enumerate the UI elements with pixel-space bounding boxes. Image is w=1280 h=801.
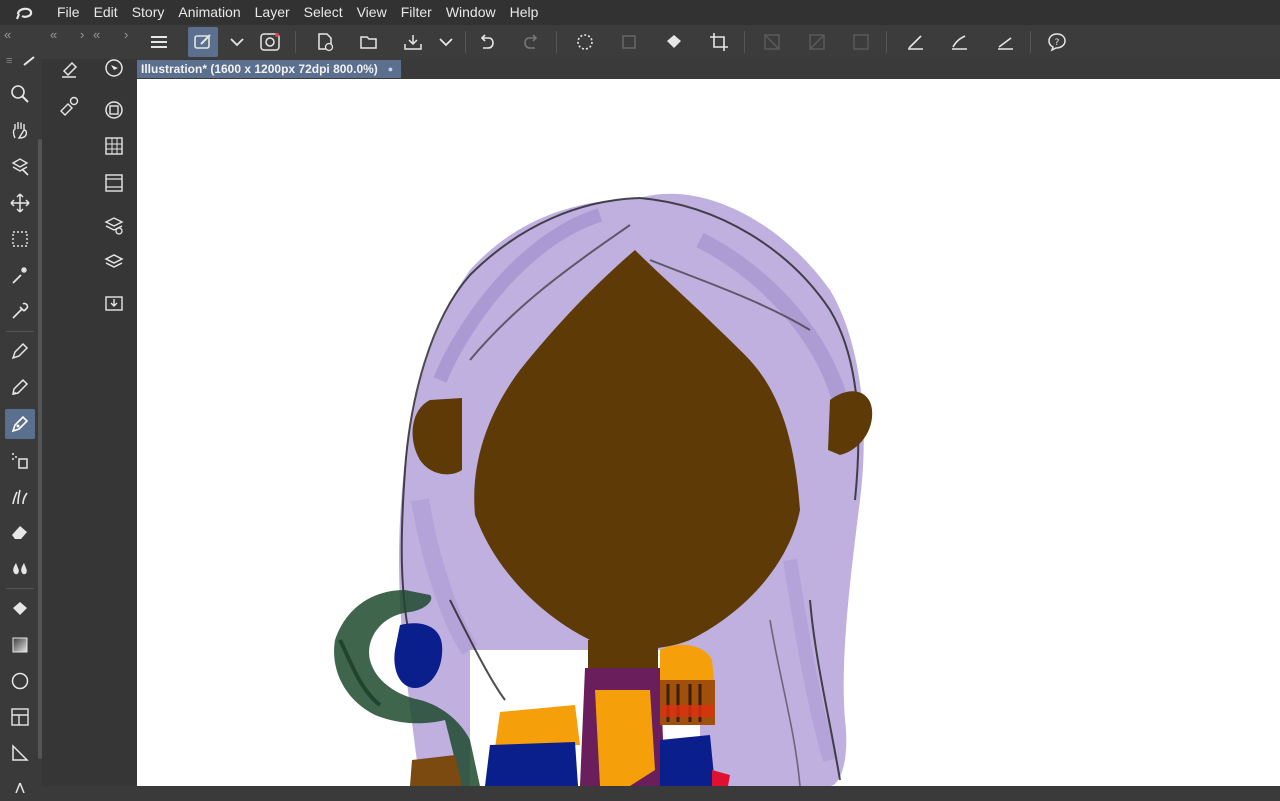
dropdown-chevron-icon[interactable] [222, 27, 252, 57]
palette-header-icon: ≡ [6, 55, 13, 67]
artwork [334, 193, 873, 786]
pen-icon[interactable] [5, 336, 35, 366]
sub-tool-palette [42, 59, 95, 786]
document-tab[interactable]: Illustration* (1600 x 1200px 72dpi 800.0… [137, 60, 402, 78]
disabled-icon-1 [757, 27, 787, 57]
deselect-icon[interactable] [570, 27, 600, 57]
gold-shoulder-left [495, 705, 580, 748]
layer-property-icon[interactable] [54, 55, 84, 85]
toolbar-separator [295, 31, 296, 53]
material-download-icon[interactable] [99, 288, 129, 318]
selection-icon [614, 27, 644, 57]
decoration-icon[interactable] [5, 481, 35, 511]
right-ear [828, 391, 873, 455]
gradient-icon[interactable] [5, 630, 35, 660]
text-tool-icon[interactable] [5, 771, 35, 801]
unsaved-dot-icon: ● [387, 64, 394, 74]
tool-divider [6, 588, 34, 589]
brush-settings-icon[interactable] [188, 27, 218, 57]
save-icon[interactable] [398, 27, 428, 57]
timeline-icon[interactable] [99, 168, 129, 198]
color-set-icon[interactable] [99, 131, 129, 161]
zoom-icon[interactable] [5, 79, 35, 109]
crop-icon[interactable] [704, 27, 734, 57]
toolbar-separator [1030, 31, 1031, 53]
panel-icon-column [95, 59, 137, 786]
menu-edit[interactable]: Edit [87, 0, 125, 25]
disabled-icon-2 [802, 27, 832, 57]
neck [588, 640, 658, 670]
rotate-layer-select-icon[interactable] [5, 152, 35, 182]
collapse-left-icon-2[interactable]: « [50, 25, 57, 45]
undo-icon[interactable] [472, 27, 502, 57]
drawing-canvas[interactable] [137, 79, 1280, 786]
svg-text:?: ? [1055, 38, 1060, 48]
document-title: Illustration* (1600 x 1200px 72dpi 800.0… [141, 62, 378, 76]
sub-tool-settings-icon[interactable] [54, 91, 84, 121]
new-document-icon[interactable] [310, 27, 340, 57]
hand-icon[interactable] [5, 115, 35, 145]
brush-pen-icon[interactable] [5, 409, 35, 439]
spiral-icon[interactable] [255, 27, 285, 57]
brush-curve-icon[interactable] [944, 27, 974, 57]
tool-palette: ≡ [0, 55, 42, 793]
gold-cloth [595, 690, 655, 786]
save-dropdown-icon[interactable] [431, 27, 461, 57]
collapse-left-icon[interactable]: « [4, 25, 11, 45]
fill-bucket-icon[interactable] [659, 27, 689, 57]
disabled-icon-3 [846, 27, 876, 57]
pencil-icon[interactable] [5, 372, 35, 402]
clip-studio-logo-icon[interactable] [0, 0, 50, 25]
toolbar-separator [886, 31, 887, 53]
expand-mid-icon[interactable]: › [80, 25, 84, 45]
layer-property-panel-icon[interactable] [99, 211, 129, 241]
toolbar-separator [744, 31, 745, 53]
menu-story[interactable]: Story [125, 0, 172, 25]
menu-file[interactable]: File [50, 0, 87, 25]
menu-view[interactable]: View [350, 0, 394, 25]
expand-right-icon[interactable]: › [124, 25, 128, 45]
fill-icon[interactable] [5, 594, 35, 624]
eraser-icon[interactable] [5, 517, 35, 547]
pen-pressure-icon[interactable] [900, 27, 930, 57]
menu-help[interactable]: Help [503, 0, 546, 25]
menu-animation[interactable]: Animation [171, 0, 247, 25]
navy-cloth-left [485, 742, 578, 786]
magic-wand-icon[interactable] [5, 260, 35, 290]
help-icon[interactable]: ? [1042, 27, 1072, 57]
line-icon[interactable] [990, 27, 1020, 57]
navigator-icon[interactable] [99, 53, 129, 83]
airbrush-icon[interactable] [5, 445, 35, 475]
open-folder-icon[interactable] [354, 27, 384, 57]
menu-bar: File Edit Story Animation Layer Select V… [0, 0, 1280, 25]
color-circle-icon[interactable] [99, 95, 129, 125]
toolbar-separator [465, 31, 466, 53]
eyedropper-icon[interactable] [5, 296, 35, 326]
navy-cloth-right [660, 735, 715, 786]
command-bar: « « › « › ? [0, 25, 1280, 59]
figure-icon[interactable] [5, 666, 35, 696]
marquee-icon[interactable] [5, 224, 35, 254]
menu-filter[interactable]: Filter [394, 0, 439, 25]
blend-icon[interactable] [5, 553, 35, 583]
tool-divider [6, 331, 34, 332]
collapse-mid-icon[interactable]: « [93, 25, 100, 45]
layers-icon[interactable] [99, 247, 129, 277]
move-icon[interactable] [5, 188, 35, 218]
brown-handle [410, 755, 462, 786]
toolbar-separator [556, 31, 557, 53]
menu-window[interactable]: Window [439, 0, 503, 25]
redo-icon[interactable] [516, 27, 546, 57]
document-tab-bar: Illustration* (1600 x 1200px 72dpi 800.0… [137, 59, 1280, 79]
menu-layer[interactable]: Layer [248, 0, 297, 25]
palette-brush-indicator [20, 55, 40, 67]
frame-icon[interactable] [5, 702, 35, 732]
menu-icon[interactable] [144, 27, 174, 57]
menu-select[interactable]: Select [297, 0, 350, 25]
ruler-icon[interactable] [5, 738, 35, 768]
